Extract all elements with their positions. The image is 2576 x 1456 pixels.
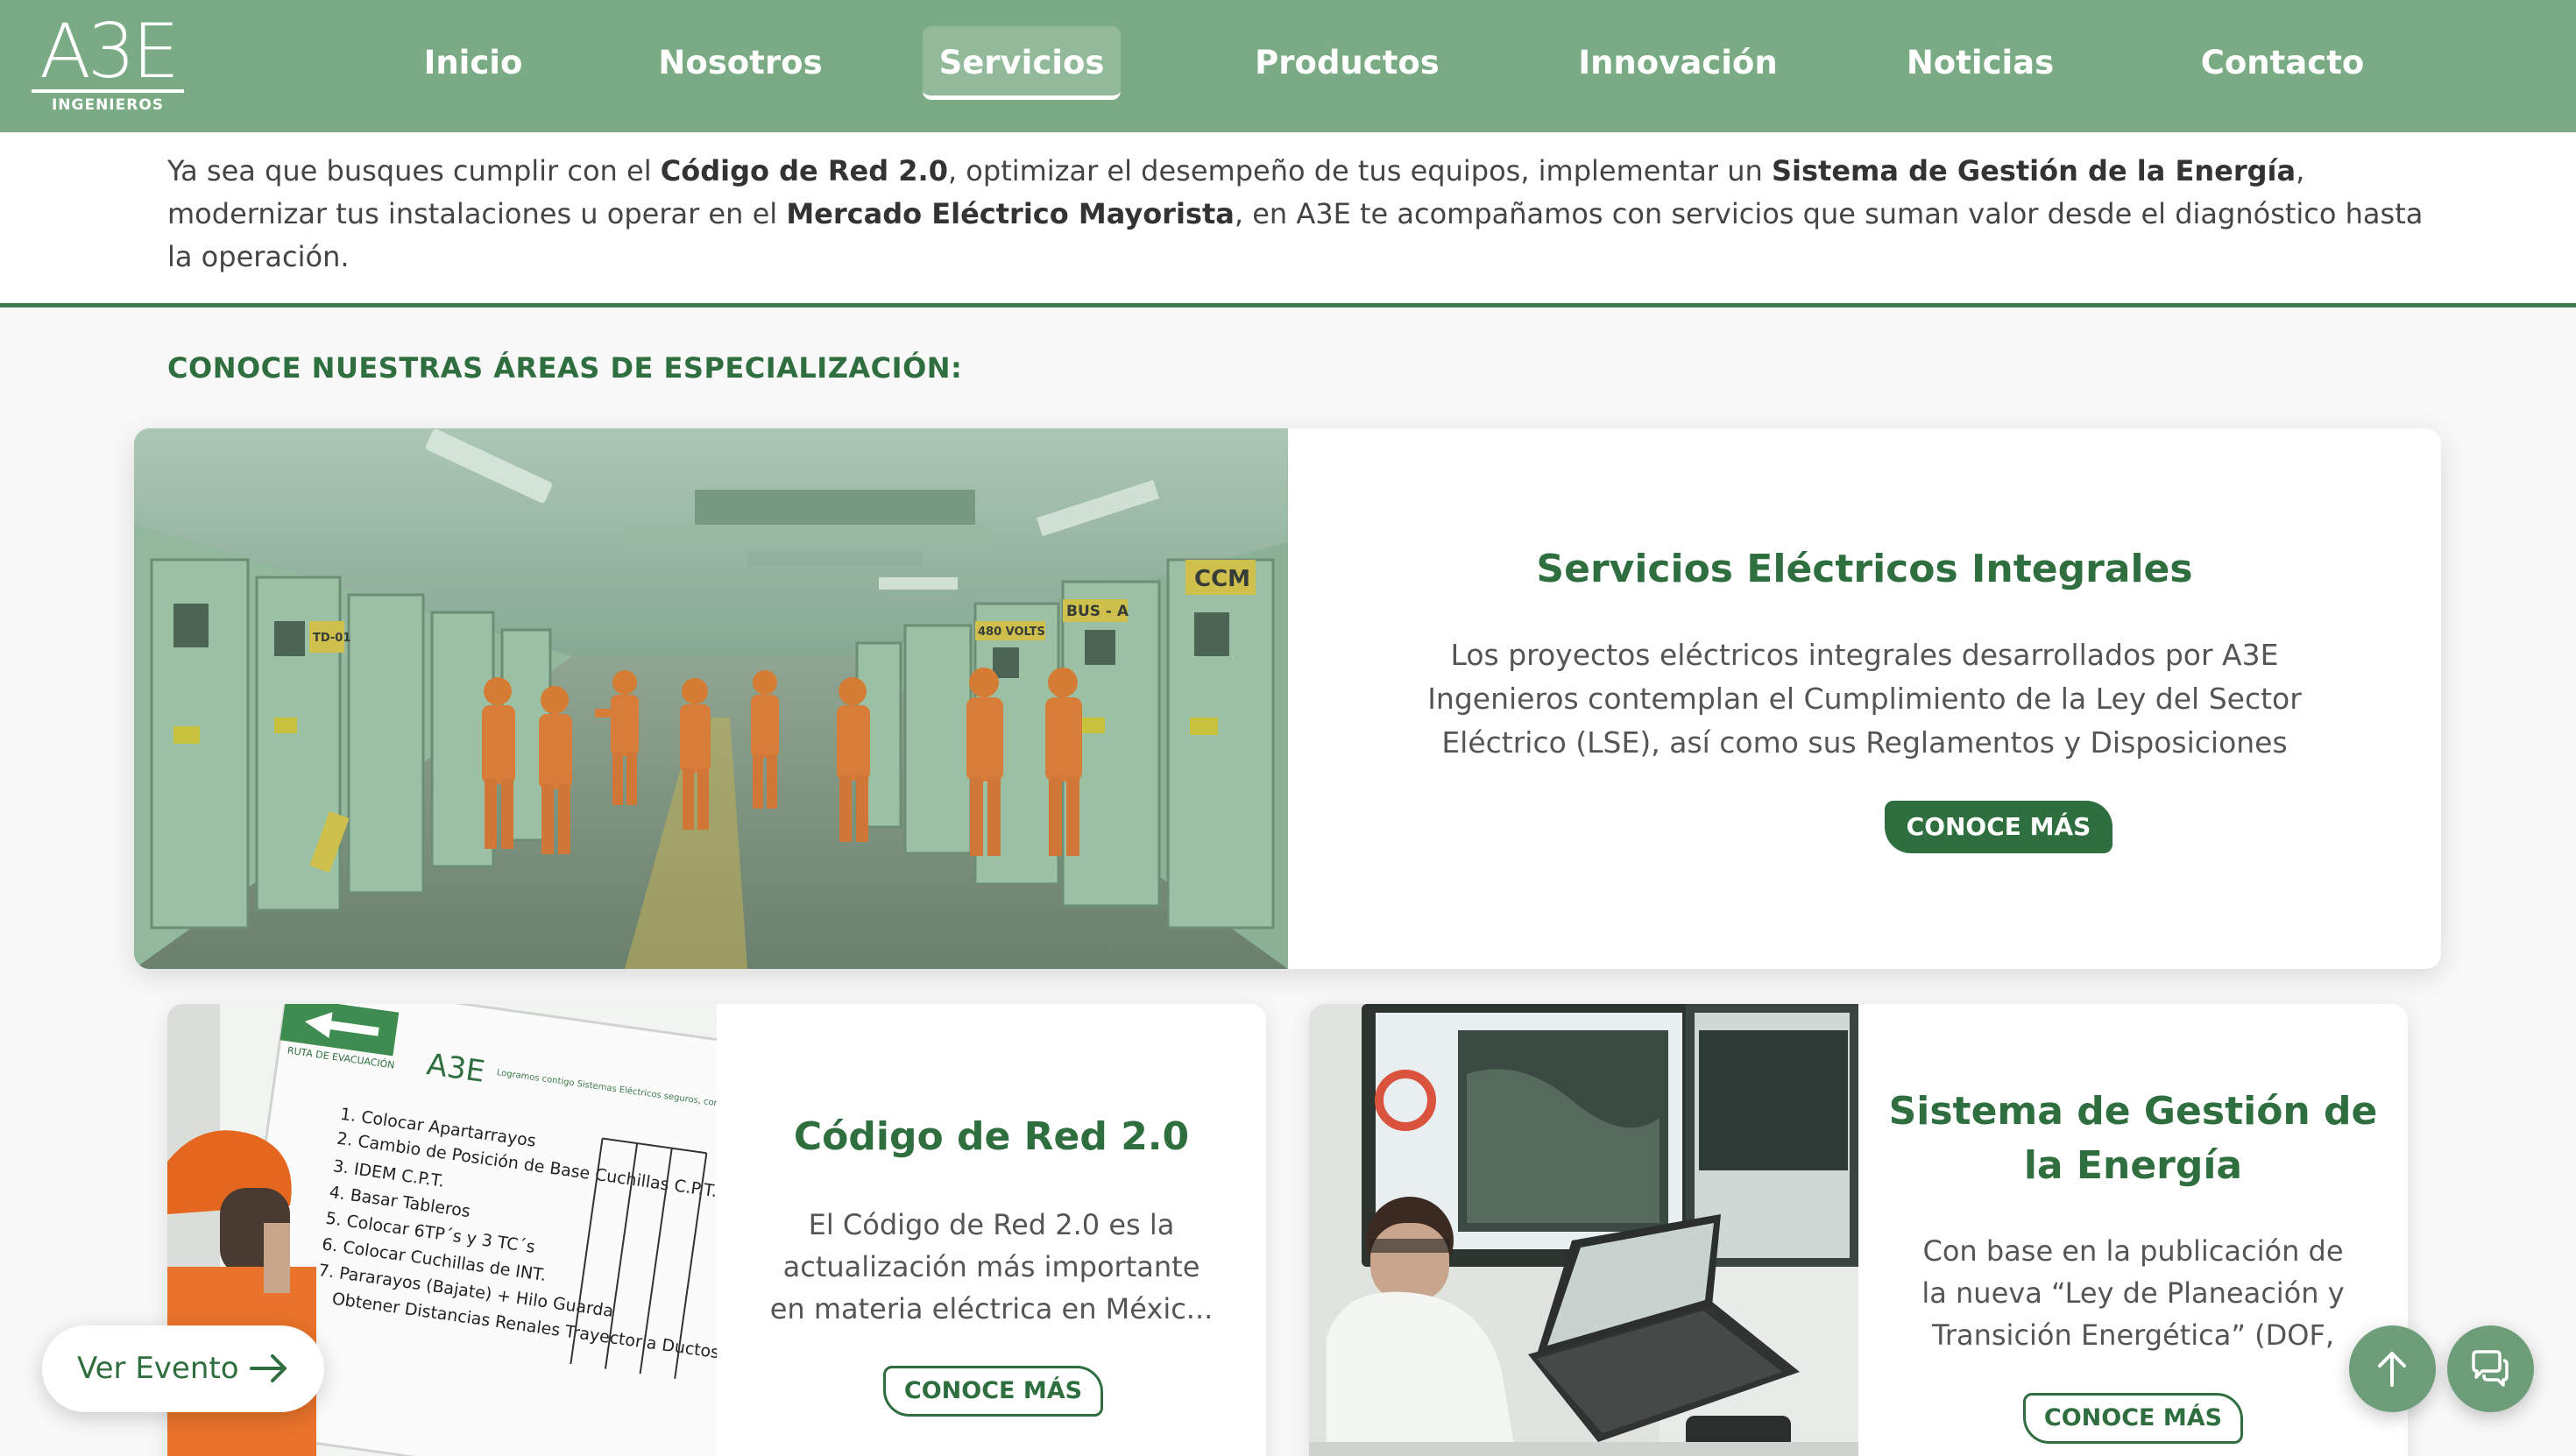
intro-paragraph: Ya sea que busques cumplir con el Código… bbox=[167, 150, 2428, 279]
nav-productos[interactable]: Productos bbox=[1222, 26, 1472, 100]
card-description: El Código de Red 2.0 es la actualización… bbox=[769, 1208, 1214, 1325]
card-servicios-body: Servicios Eléctricos Integrales Los proy… bbox=[1288, 428, 2441, 969]
intro-section: Ya sea que busques cumplir con el Código… bbox=[0, 132, 2576, 307]
intro-text-1: Ya sea que busques cumplir con el bbox=[167, 154, 661, 187]
chat-button[interactable] bbox=[2447, 1325, 2534, 1412]
card-servicios-electricos: CCM BUS - A 480 VOLTS TD-01 Servicios El… bbox=[134, 428, 2441, 969]
arrow-up-icon bbox=[2378, 1352, 2406, 1387]
ver-evento-label: Ver Evento bbox=[77, 1351, 239, 1386]
card-codigo-de-red: RUTA DE EVACUACIÓN A3E Logramos contigo … bbox=[167, 1004, 1266, 1456]
card-description: Los proyectos eléctricos integrales desa… bbox=[1427, 638, 2302, 760]
conoce-mas-button[interactable]: CONOCE MÁS bbox=[1885, 801, 2112, 853]
main-nav: Inicio Nosotros Servicios Productos Inno… bbox=[368, 0, 2383, 132]
arrow-right-icon bbox=[248, 1325, 292, 1446]
a3e-logo[interactable]: A3E INGENIEROS bbox=[26, 12, 189, 116]
nav-servicios[interactable]: Servicios bbox=[923, 26, 1121, 100]
card-title-line-2: la Energía bbox=[2023, 1143, 2243, 1188]
electrical-room-photo: CCM BUS - A 480 VOLTS TD-01 bbox=[134, 428, 1288, 969]
intro-text-2: , optimizar el desempeño de tus equipos,… bbox=[947, 154, 1772, 187]
card-sistema-gestion-energia: Sistema de Gestión de la Energía Con bas… bbox=[1309, 1004, 2408, 1456]
nav-noticias[interactable]: Noticias bbox=[1875, 26, 2085, 100]
nav-contacto[interactable]: Contacto bbox=[2164, 26, 2401, 100]
intro-bold-mem: Mercado Eléctrico Mayorista bbox=[786, 197, 1235, 230]
nav-nosotros[interactable]: Nosotros bbox=[631, 26, 850, 100]
intro-bold-codigo: Código de Red 2.0 bbox=[660, 154, 948, 187]
card-description: Con base en la publicación de la nueva “… bbox=[1921, 1234, 2345, 1352]
chat-icon bbox=[2472, 1350, 2509, 1387]
scroll-top-button[interactable] bbox=[2349, 1325, 2436, 1412]
card-title: Sistema de Gestión de la Energía bbox=[1858, 1085, 2408, 1193]
card-title: Código de Red 2.0 bbox=[793, 1114, 1190, 1159]
card-title-line-1: Sistema de Gestión de bbox=[1888, 1089, 2378, 1134]
engineer-laptop-photo bbox=[1309, 1004, 1858, 1456]
nav-innovacion[interactable]: Innovación bbox=[1542, 26, 1814, 100]
card-title: Servicios Eléctricos Integrales bbox=[1536, 547, 2193, 591]
card-codigo-body: Código de Red 2.0 El Código de Red 2.0 e… bbox=[717, 1004, 1266, 1456]
logo-underline bbox=[32, 89, 184, 93]
conoce-mas-button[interactable]: CONOCE MÁS bbox=[883, 1366, 1103, 1417]
site-header: A3E INGENIEROS Inicio Nosotros Servicios… bbox=[0, 0, 2576, 132]
control-room-illustration bbox=[1309, 1004, 1858, 1456]
card-sge-body: Sistema de Gestión de la Energía Con bas… bbox=[1858, 1004, 2408, 1456]
conoce-mas-button[interactable]: CONOCE MÁS bbox=[2023, 1393, 2243, 1444]
electrical-room-illustration: CCM BUS - A 480 VOLTS TD-01 bbox=[134, 428, 1288, 969]
nav-inicio[interactable]: Inicio bbox=[394, 26, 552, 100]
section-heading: CONOCE NUESTRAS ÁREAS DE ESPECIALIZACIÓN… bbox=[167, 351, 963, 385]
ver-evento-button[interactable]: Ver Evento bbox=[42, 1325, 324, 1412]
intro-bold-sge: Sistema de Gestión de la Energía bbox=[1771, 154, 2296, 187]
logo-mark: A3E bbox=[39, 8, 180, 95]
logo-subtitle: INGENIEROS bbox=[51, 96, 165, 114]
